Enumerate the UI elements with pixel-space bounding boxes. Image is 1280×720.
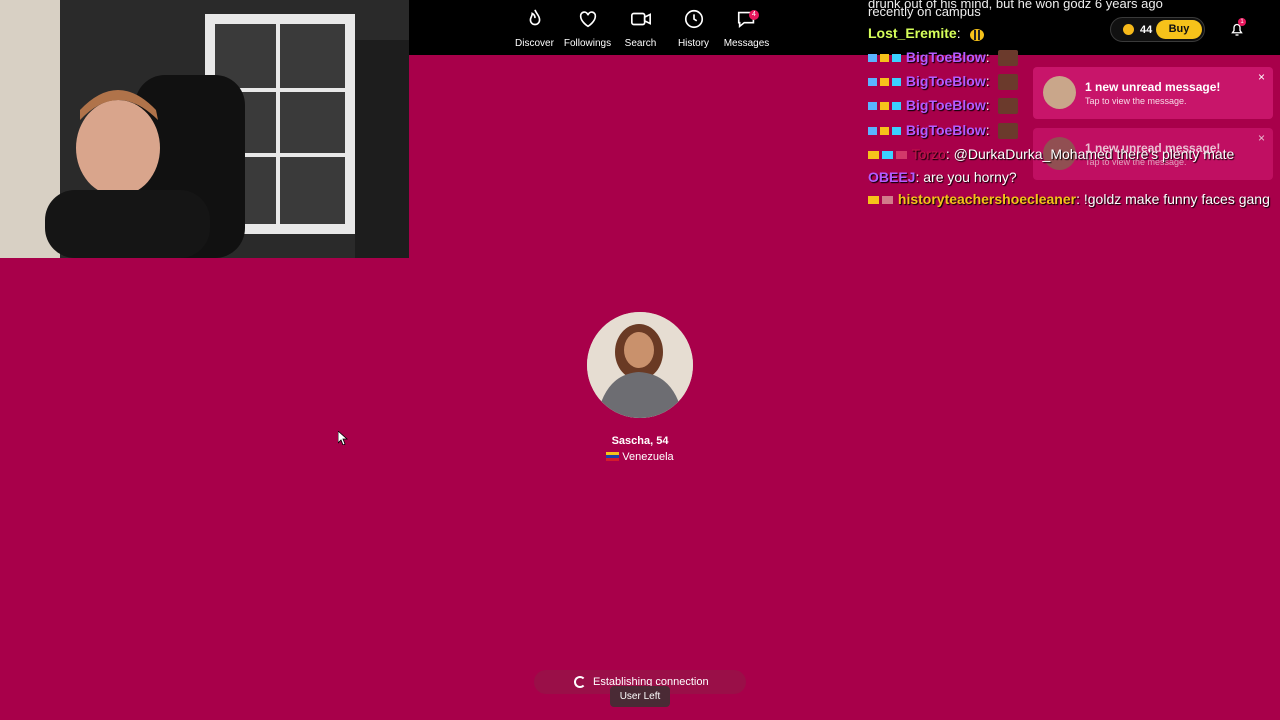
coin-balance: 44 Buy	[1110, 17, 1205, 42]
partner-country-name: Venezuela	[622, 451, 674, 463]
chat-badges-icon	[868, 54, 901, 63]
chat-username: BigToeBlow	[905, 49, 986, 65]
chat-badges-icon	[868, 78, 901, 87]
nav-history[interactable]: History	[667, 0, 720, 55]
buy-coins-button[interactable]: Buy	[1156, 20, 1202, 39]
chat-message: Torzo: @DurkaDurka_Mohamed there's plent…	[868, 146, 1234, 162]
main-nav: Discover Followings Search History 4 Mes…	[508, 0, 773, 55]
streamer-webcam	[0, 0, 409, 258]
chat-message: OBEEJ: are you horny?	[868, 169, 1017, 185]
chat-message: historyteachershoecleaner: !goldz make f…	[868, 191, 1270, 207]
face-emote-icon	[997, 98, 1018, 115]
chat-text: :	[985, 73, 990, 89]
loading-spinner-icon	[574, 676, 586, 688]
face-emote-icon	[997, 74, 1018, 91]
nav-followings[interactable]: Followings	[561, 0, 614, 55]
nav-messages[interactable]: 4 Messages	[720, 0, 773, 55]
nav-followings-label: Followings	[563, 38, 612, 49]
chat-badges-icon	[868, 102, 901, 111]
nav-search-label: Search	[624, 38, 657, 49]
partner-avatar-image	[587, 312, 693, 418]
chat-partial-text-2: recently on campus	[868, 4, 981, 19]
chat-username: OBEEJ	[868, 169, 916, 185]
close-icon[interactable]: ×	[1258, 70, 1265, 84]
chat-badges-icon	[868, 196, 893, 205]
venezuela-flag-icon	[606, 452, 620, 461]
chat-username: Torzo	[911, 146, 946, 162]
chat-badges-icon	[868, 151, 907, 160]
mouse-cursor-icon	[338, 431, 348, 445]
chat-username: Lost_Eremite	[868, 25, 957, 41]
flame-icon	[529, 9, 540, 26]
close-icon[interactable]: ×	[1258, 131, 1265, 145]
chat-message: BigToeBlow:	[868, 122, 1018, 140]
chat-message: BigToeBlow:	[868, 97, 1018, 115]
nav-discover[interactable]: Discover	[508, 0, 561, 55]
chat-text: :	[985, 97, 990, 113]
bee-emote-icon	[970, 29, 985, 42]
partner-avatar	[587, 312, 693, 418]
chat-username: BigToeBlow	[905, 97, 986, 113]
clock-icon	[684, 9, 703, 29]
chat-message: BigToeBlow:	[868, 49, 1018, 67]
user-left-tooltip: User Left	[610, 686, 670, 707]
chat-text: : are you horny?	[915, 169, 1017, 185]
chat-text: :	[985, 122, 990, 138]
toast-title: 1 new unread message!	[1085, 80, 1221, 94]
chat-username: BigToeBlow	[905, 73, 986, 89]
toast-subtitle: Tap to view the message.	[1085, 96, 1187, 106]
face-emote-icon	[997, 123, 1018, 140]
partner-country: Venezuela	[540, 451, 740, 463]
chat-message-partial-2: recently on campus	[868, 4, 981, 19]
chat-message: Lost_Eremite:	[868, 25, 986, 42]
chat-text: :	[985, 49, 990, 65]
coin-count: 44	[1140, 23, 1153, 36]
chat-badges-icon	[868, 127, 901, 136]
video-camera-icon	[630, 12, 651, 26]
face-emote-icon	[997, 50, 1018, 67]
unread-message-toast[interactable]: 1 new unread message! Tap to view the me…	[1033, 67, 1273, 119]
nav-discover-label: Discover	[515, 38, 554, 49]
chat-username: BigToeBlow	[905, 122, 986, 138]
notification-badge: 1	[1238, 18, 1246, 26]
toast-avatar	[1043, 76, 1076, 109]
coin-icon	[1123, 24, 1134, 35]
chat-text: :	[956, 25, 961, 41]
chat-text: : !goldz make funny faces gang	[1076, 191, 1270, 207]
nav-history-label: History	[677, 38, 710, 49]
nav-messages-label: Messages	[723, 38, 770, 49]
partner-name-age: Sascha, 54	[611, 435, 669, 447]
webcam-image	[0, 0, 409, 258]
chat-username: historyteachershoecleaner	[897, 191, 1077, 207]
messages-badge: 4	[749, 10, 759, 20]
chat-message: BigToeBlow:	[868, 73, 1018, 91]
chat-text: : @DurkaDurka_Mohamed there's plenty mat…	[945, 146, 1235, 162]
nav-search[interactable]: Search	[614, 0, 667, 55]
heart-icon	[579, 11, 596, 28]
